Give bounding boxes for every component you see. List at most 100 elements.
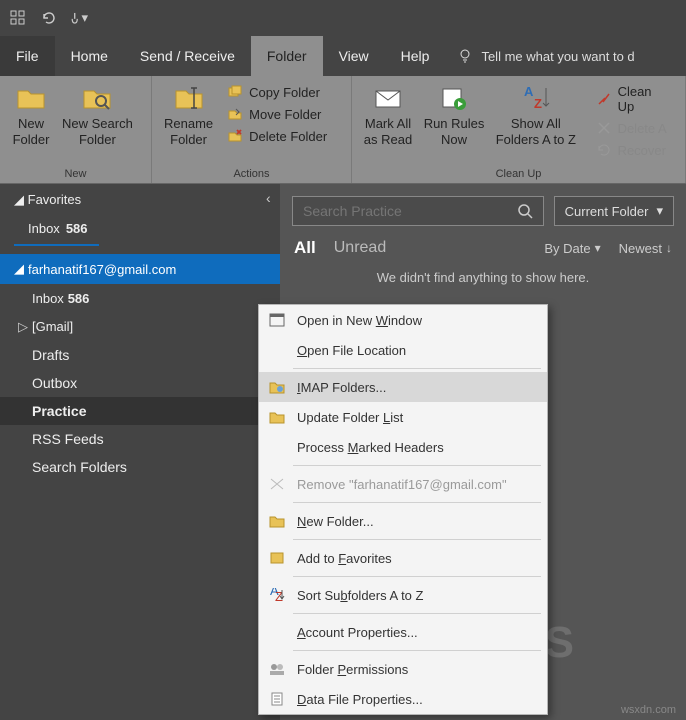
- sidebar-item-rss[interactable]: RSS Feeds: [0, 425, 280, 453]
- folder-icon: [267, 512, 287, 530]
- ctx-open-new-window[interactable]: Open in New Window: [259, 305, 547, 335]
- svg-text:Z: Z: [534, 96, 542, 111]
- sidebar-item-practice[interactable]: Practice: [0, 397, 280, 425]
- delete-icon: [227, 128, 243, 144]
- menu-home[interactable]: Home: [55, 36, 124, 76]
- account-header[interactable]: ◢ farhanatif167@gmail.com: [0, 254, 280, 284]
- sort-by-date[interactable]: By Date ▾: [544, 241, 600, 256]
- collapse-pane-icon[interactable]: ‹: [266, 190, 271, 206]
- chevron-right-icon: ▷: [18, 319, 28, 335]
- context-menu: Open in New Window Open File Location IM…: [258, 304, 548, 715]
- sidebar-item-gmail[interactable]: ▷[Gmail]: [0, 312, 280, 341]
- copy-folder-button[interactable]: Copy Folder: [223, 82, 331, 102]
- separator: [293, 613, 541, 614]
- move-icon: [227, 106, 243, 122]
- menu-folder[interactable]: Folder: [251, 36, 323, 76]
- search-scope-dropdown[interactable]: Current Folder▾: [554, 196, 674, 226]
- undo-icon[interactable]: [38, 8, 58, 28]
- search-input[interactable]: [293, 197, 507, 225]
- separator: [293, 465, 541, 466]
- menu-help[interactable]: Help: [385, 36, 446, 76]
- window-icon: [267, 311, 287, 329]
- empty-message: We didn't find anything to show here.: [280, 264, 686, 291]
- tell-me-label: Tell me what you want to d: [481, 49, 634, 64]
- quick-access-toolbar: ▾: [0, 0, 686, 36]
- refresh-icon: [267, 408, 287, 426]
- separator: [293, 650, 541, 651]
- selection-indicator: [14, 244, 99, 246]
- sort-az-icon: AZ: [267, 586, 287, 604]
- svg-text:A: A: [524, 84, 534, 99]
- delete-all-icon: [596, 120, 612, 136]
- watermark-text: wsxdn.com: [621, 704, 676, 716]
- run-rules-icon: [438, 82, 470, 114]
- chevron-down-icon: ▾: [656, 203, 663, 219]
- sidebar-item-search-folders[interactable]: Search Folders: [0, 453, 280, 481]
- separator: [293, 539, 541, 540]
- filter-unread[interactable]: Unread: [334, 239, 386, 257]
- recover-icon: [596, 142, 612, 158]
- ribbon: New Folder New Search Folder New Rename …: [0, 76, 686, 184]
- menubar: File Home Send / Receive Folder View Hel…: [0, 36, 686, 76]
- delete-all-button[interactable]: Delete A: [592, 118, 675, 138]
- ribbon-group-cleanup: Clean Up: [352, 166, 685, 183]
- delete-folder-button[interactable]: Delete Folder: [223, 126, 331, 146]
- ctx-open-file-location[interactable]: Open File Location: [259, 335, 547, 365]
- run-rules-button[interactable]: Run Rules Now: [418, 80, 490, 149]
- menu-file[interactable]: File: [0, 36, 55, 76]
- move-folder-button[interactable]: Move Folder: [223, 104, 331, 124]
- rename-folder-icon: [173, 82, 205, 114]
- search-icon[interactable]: [507, 197, 543, 225]
- ctx-folder-permissions[interactable]: Folder Permissions: [259, 654, 547, 684]
- grid-icon[interactable]: [8, 8, 28, 28]
- new-folder-button[interactable]: New Folder: [6, 80, 56, 149]
- touch-mode-icon[interactable]: ▾: [68, 8, 88, 28]
- separator: [293, 576, 541, 577]
- ctx-imap-folders[interactable]: IMAP Folders...: [259, 372, 547, 402]
- ctx-update-folder-list[interactable]: Update Folder List: [259, 402, 547, 432]
- rename-folder-button[interactable]: Rename Folder: [158, 80, 219, 149]
- broom-icon: [596, 91, 612, 107]
- favorites-inbox[interactable]: Inbox586: [0, 214, 280, 242]
- ctx-account-properties[interactable]: Account Properties...: [259, 617, 547, 647]
- tell-me[interactable]: Tell me what you want to d: [445, 48, 634, 64]
- show-all-az-button[interactable]: AZ Show All Folders A to Z: [490, 80, 581, 149]
- search-folder-icon: [81, 82, 113, 114]
- favorites-icon: [267, 549, 287, 567]
- filter-all[interactable]: All: [294, 238, 316, 258]
- favorites-header[interactable]: ◢ Favorites: [0, 184, 280, 214]
- search-box[interactable]: [292, 196, 544, 226]
- ctx-process-marked[interactable]: Process Marked Headers: [259, 432, 547, 462]
- envelope-icon: [372, 82, 404, 114]
- separator: [293, 502, 541, 503]
- separator: [293, 368, 541, 369]
- chevron-down-icon: ◢: [14, 192, 24, 207]
- sort-newest[interactable]: Newest ↓: [619, 241, 672, 256]
- folder-gear-icon: [267, 378, 287, 396]
- sidebar-item-drafts[interactable]: Drafts: [0, 341, 280, 369]
- ribbon-group-actions: Actions: [152, 166, 351, 183]
- permissions-icon: [267, 660, 287, 678]
- recover-button[interactable]: Recover: [592, 140, 675, 160]
- copy-icon: [227, 84, 243, 100]
- lightbulb-icon: [457, 48, 473, 64]
- folder-pane: ◢ Favorites Inbox586 ◢ farhanatif167@gma…: [0, 184, 280, 720]
- ctx-sort-az[interactable]: AZSort Subfolders A to Z: [259, 580, 547, 610]
- ctx-new-folder[interactable]: New Folder...: [259, 506, 547, 536]
- new-search-folder-button[interactable]: New Search Folder: [56, 80, 139, 149]
- menu-send-receive[interactable]: Send / Receive: [124, 36, 251, 76]
- chevron-down-icon: ◢: [14, 261, 24, 277]
- menu-view[interactable]: View: [323, 36, 385, 76]
- ctx-data-file-properties[interactable]: Data File Properties...: [259, 684, 547, 714]
- sidebar-item-outbox[interactable]: Outbox: [0, 369, 280, 397]
- properties-icon: [267, 690, 287, 708]
- sort-az-icon: AZ: [520, 82, 552, 114]
- mark-all-read-button[interactable]: Mark All as Read: [358, 80, 418, 149]
- remove-icon: [267, 475, 287, 493]
- folder-icon: [15, 82, 47, 114]
- ctx-remove-account: Remove "farhanatif167@gmail.com": [259, 469, 547, 499]
- ctx-add-favorites[interactable]: Add to Favorites: [259, 543, 547, 573]
- clean-up-button[interactable]: Clean Up: [592, 82, 675, 116]
- ribbon-group-new: New: [0, 166, 151, 183]
- sidebar-item-inbox[interactable]: Inbox 586: [0, 284, 280, 312]
